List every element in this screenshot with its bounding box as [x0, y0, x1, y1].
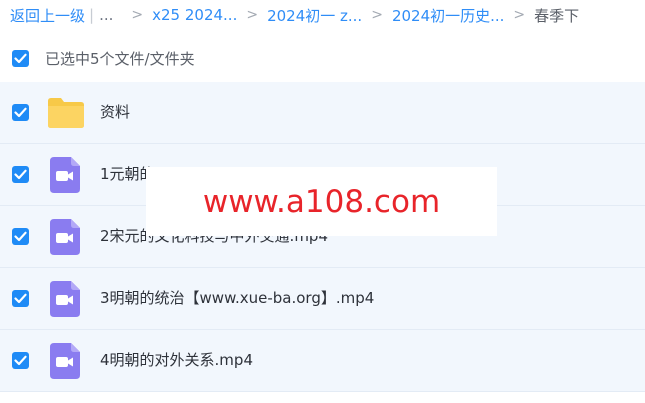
file-row[interactable]: 4明朝的对外关系.mp4 [0, 330, 645, 392]
checkmark-icon [14, 231, 27, 242]
breadcrumb-current: 春季下 [534, 6, 580, 25]
file-name[interactable]: 3明朝的统治【www.xue-ba.org】.mp4 [100, 268, 374, 329]
row-checkbox[interactable] [12, 352, 29, 369]
watermark-overlay: www.a108.com [146, 167, 497, 236]
selection-count-label: 已选中5个文件/文件夹 [45, 49, 195, 68]
checkmark-icon [14, 107, 27, 118]
file-name[interactable]: 4明朝的对外关系.mp4 [100, 330, 253, 391]
file-list: 资料 1元朝的 2宋元的文化科技与中外交通.mp4 3明朝的统治【www.xue… [0, 82, 645, 392]
breadcrumb-item-1[interactable]: x25 2024... [152, 6, 237, 24]
file-row[interactable]: 3明朝的统治【www.xue-ba.org】.mp4 [0, 268, 645, 330]
video-file-icon [50, 281, 80, 317]
watermark-text: www.a108.com [202, 183, 441, 220]
chevron-right-icon: > [131, 7, 144, 23]
chevron-right-icon: > [246, 7, 259, 23]
file-row[interactable]: 资料 [0, 82, 645, 144]
file-name[interactable]: 资料 [100, 82, 130, 143]
breadcrumb-item-2[interactable]: 2024初一 z... [267, 5, 362, 26]
checkmark-icon [14, 53, 27, 64]
breadcrumb-item-3[interactable]: 2024初一历史... [392, 5, 504, 26]
checkmark-icon [14, 169, 27, 180]
chevron-right-icon: > [371, 7, 383, 23]
select-all-checkbox[interactable] [12, 50, 29, 67]
back-link[interactable]: 返回上一级 [10, 5, 85, 26]
video-file-icon [50, 343, 80, 379]
select-all-bar: 已选中5个文件/文件夹 [0, 40, 645, 76]
video-file-icon [50, 219, 80, 255]
chevron-right-icon: > [513, 7, 526, 23]
checkmark-icon [14, 293, 27, 304]
folder-icon [48, 98, 84, 128]
breadcrumb-divider: | [89, 6, 95, 24]
breadcrumb: 返回上一级 | ... > x25 2024... > 2024初一 z... … [10, 4, 579, 26]
row-checkbox[interactable] [12, 228, 29, 245]
video-file-icon [50, 157, 80, 193]
breadcrumb-ellipsis[interactable]: ... [99, 6, 113, 24]
checkmark-icon [14, 355, 27, 366]
row-checkbox[interactable] [12, 290, 29, 307]
row-checkbox[interactable] [12, 104, 29, 121]
row-checkbox[interactable] [12, 166, 29, 183]
